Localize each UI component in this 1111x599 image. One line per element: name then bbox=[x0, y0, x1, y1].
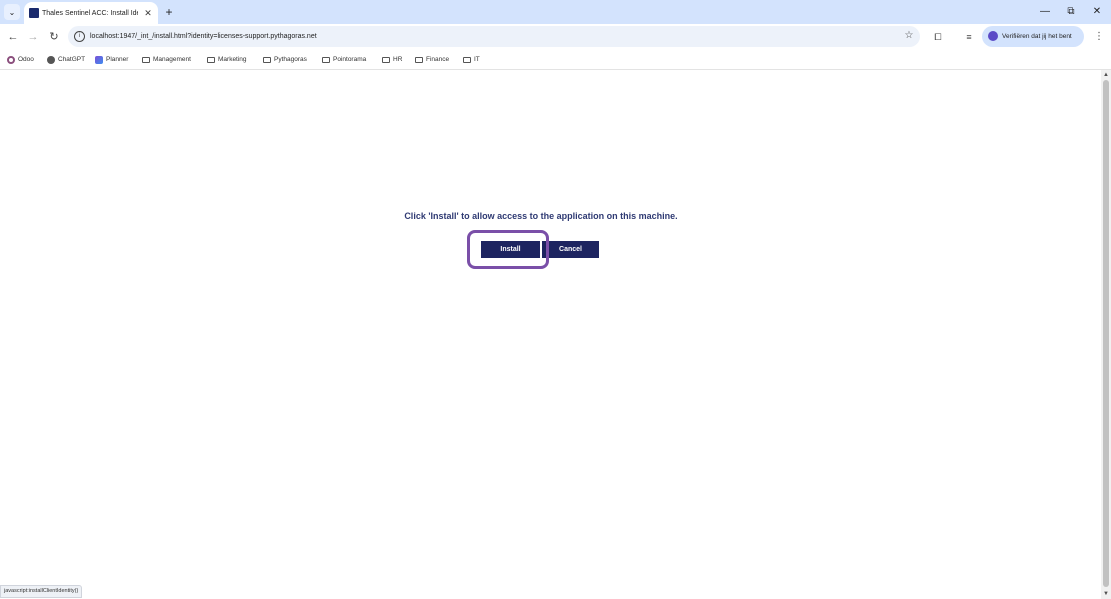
folder-icon bbox=[207, 56, 215, 63]
bookmark-planner[interactable]: Planner bbox=[95, 53, 128, 66]
folder-icon bbox=[415, 56, 423, 63]
restore-button[interactable]: ⧉ bbox=[1063, 4, 1079, 20]
tab-search-button[interactable]: ⌄ bbox=[4, 4, 20, 20]
browser-toolbar: ← → ↻ i localhost:1947/_int_/install.htm… bbox=[0, 24, 1111, 50]
extensions-icon[interactable]: ⧠ bbox=[931, 30, 945, 44]
bookmark-label: ChatGPT bbox=[58, 56, 86, 63]
bookmark-label: Planner bbox=[106, 56, 129, 63]
cancel-button[interactable]: Cancel bbox=[542, 241, 599, 258]
scroll-down-arrow-icon[interactable]: ▼ bbox=[1101, 589, 1111, 599]
planner-icon bbox=[95, 55, 103, 64]
folder-icon bbox=[463, 56, 471, 63]
install-prompt-message: Click 'Install' to allow access to the a… bbox=[404, 211, 678, 221]
bookmark-label: Marketing bbox=[218, 56, 247, 63]
tab-strip: ⌄ Thales Sentinel ACC: Install Identity … bbox=[0, 0, 1111, 24]
status-bar: javascript:installClientIdentity() bbox=[0, 585, 83, 598]
scroll-up-arrow-icon[interactable]: ▲ bbox=[1101, 70, 1111, 80]
bookmarks-bar: Odoo ChatGPT Planner Management Marketin… bbox=[0, 50, 1111, 70]
forward-button[interactable]: → bbox=[25, 29, 41, 45]
folder-icon bbox=[382, 56, 390, 63]
new-tab-button[interactable]: + bbox=[162, 5, 176, 19]
odoo-icon bbox=[7, 55, 15, 64]
bookmark-label: Management bbox=[153, 56, 191, 63]
page-content: Click 'Install' to allow access to the a… bbox=[0, 70, 1101, 597]
scrollbar-thumb[interactable] bbox=[1103, 80, 1109, 587]
site-info-icon[interactable]: i bbox=[74, 31, 85, 42]
bookmark-label: Odoo bbox=[18, 56, 34, 63]
profile-avatar-icon bbox=[988, 31, 998, 41]
back-button[interactable]: ← bbox=[5, 29, 21, 45]
folder-icon bbox=[142, 56, 150, 63]
bookmark-pointorama[interactable]: Pointorama bbox=[322, 53, 366, 66]
bookmark-label: Pythagoras bbox=[274, 56, 307, 63]
bookmark-marketing[interactable]: Marketing bbox=[207, 53, 247, 66]
page-scrollbar[interactable]: ▲ ▼ bbox=[1101, 70, 1111, 599]
bookmark-label: Pointorama bbox=[333, 56, 367, 63]
sentinel-favicon-icon bbox=[29, 8, 39, 18]
folder-icon bbox=[322, 56, 330, 63]
install-highlight-ring bbox=[467, 230, 549, 269]
bookmark-label: HR bbox=[393, 56, 403, 63]
close-window-button[interactable]: ✕ bbox=[1089, 4, 1105, 20]
address-bar[interactable]: i localhost:1947/_int_/install.html?iden… bbox=[68, 26, 920, 47]
close-tab-icon[interactable]: ✕ bbox=[142, 7, 154, 19]
bookmark-hr[interactable]: HR bbox=[382, 53, 402, 66]
chevron-down-icon: ⌄ bbox=[8, 7, 16, 17]
profile-label: Verifiëren dat jij het bent bbox=[1002, 33, 1072, 40]
tab-title: Thales Sentinel ACC: Install Identity bbox=[42, 10, 138, 17]
bookmark-label: Finance bbox=[426, 56, 450, 63]
reload-button[interactable]: ↻ bbox=[46, 29, 62, 45]
profile-button[interactable]: Verifiëren dat jij het bent bbox=[982, 26, 1084, 47]
bookmark-star-icon[interactable]: ☆ bbox=[902, 29, 916, 43]
browser-menu-icon[interactable]: ⋮ bbox=[1094, 30, 1104, 44]
bookmark-pythagoras[interactable]: Pythagoras bbox=[263, 53, 307, 66]
url-text[interactable]: localhost:1947/_int_/install.html?identi… bbox=[90, 31, 317, 42]
media-controls-icon[interactable]: ≡ bbox=[962, 30, 976, 44]
chatgpt-icon bbox=[47, 55, 55, 64]
bookmark-finance[interactable]: Finance bbox=[415, 53, 449, 66]
minimize-button[interactable]: — bbox=[1037, 4, 1053, 20]
bookmark-label: IT bbox=[474, 56, 480, 63]
bookmark-chatgpt[interactable]: ChatGPT bbox=[47, 53, 85, 66]
browser-tab[interactable]: Thales Sentinel ACC: Install Identity ✕ bbox=[24, 2, 158, 24]
bookmark-odoo[interactable]: Odoo bbox=[7, 53, 34, 66]
bookmark-management[interactable]: Management bbox=[142, 53, 191, 66]
folder-icon bbox=[263, 56, 271, 63]
bookmark-it[interactable]: IT bbox=[463, 53, 480, 66]
